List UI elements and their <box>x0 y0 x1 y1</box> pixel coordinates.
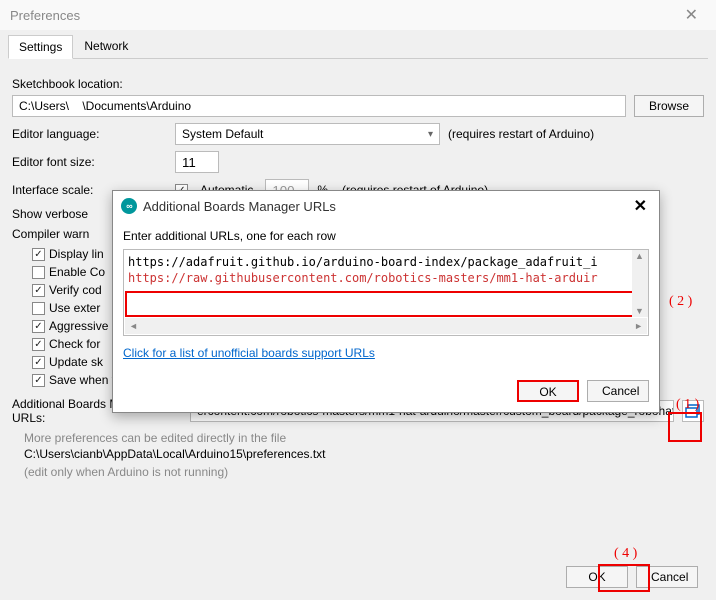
enable-code-checkbox[interactable] <box>32 266 45 279</box>
modal-cancel-button[interactable]: Cancel <box>587 380 649 402</box>
url-line-1: https://adafruit.github.io/arduino-board… <box>128 254 630 270</box>
modal-ok-button[interactable]: OK <box>517 380 579 402</box>
modal-instruction: Enter additional URLs, one for each row <box>123 229 649 243</box>
tab-network[interactable]: Network <box>73 34 139 58</box>
fontsize-label: Editor font size: <box>12 155 167 169</box>
modal-title: Additional Boards Manager URLs <box>143 199 630 214</box>
browse-button[interactable]: Browse <box>634 95 704 117</box>
callout-label-4: ( 4 ) <box>614 546 637 562</box>
callout-box-2 <box>125 291 647 317</box>
tab-settings[interactable]: Settings <box>8 35 73 59</box>
window-title: Preferences <box>10 8 677 23</box>
language-label: Editor language: <box>12 127 167 141</box>
callout-box-4 <box>598 564 650 592</box>
more-prefs-text: More preferences can be edited directly … <box>12 431 704 445</box>
urls-textarea[interactable]: https://adafruit.github.io/arduino-board… <box>123 249 649 336</box>
preferences-titlebar: Preferences ✕ <box>0 0 716 30</box>
edit-hint-text: (edit only when Arduino is not running) <box>12 465 704 479</box>
unofficial-boards-link[interactable]: Click for a list of unofficial boards su… <box>123 346 375 360</box>
tab-bar: Settings Network <box>8 34 708 59</box>
callout-box-1 <box>668 412 702 442</box>
prefs-path-text: C:\Users\cianb\AppData\Local\Arduino15\p… <box>12 447 704 461</box>
aggressive-checkbox[interactable] <box>32 320 45 333</box>
language-hint: (requires restart of Arduino) <box>448 127 594 141</box>
check-for-checkbox[interactable] <box>32 338 45 351</box>
modal-close-icon[interactable]: ✕ <box>630 196 651 216</box>
chevron-down-icon: ▾ <box>428 129 433 140</box>
update-sk-checkbox[interactable] <box>32 356 45 369</box>
save-when-checkbox[interactable] <box>32 374 45 387</box>
vertical-scrollbar[interactable] <box>632 250 648 317</box>
modal-titlebar: ∞ Additional Boards Manager URLs ✕ <box>113 191 659 221</box>
arduino-icon: ∞ <box>121 198 137 214</box>
sketchbook-label: Sketchbook location: <box>12 77 123 91</box>
language-select[interactable]: System Default ▾ <box>175 123 440 145</box>
url-line-2: https://raw.githubusercontent.com/roboti… <box>128 271 598 285</box>
callout-label-2: ( 2 ) <box>669 294 692 310</box>
display-line-checkbox[interactable] <box>32 248 45 261</box>
boards-urls-dialog: ∞ Additional Boards Manager URLs ✕ Enter… <box>112 190 660 413</box>
use-exter-checkbox[interactable] <box>32 302 45 315</box>
fontsize-input[interactable] <box>175 151 219 173</box>
sketchbook-input[interactable] <box>12 95 626 117</box>
verify-code-checkbox[interactable] <box>32 284 45 297</box>
horizontal-scrollbar[interactable] <box>125 318 647 334</box>
callout-label-1: ( 1 ) <box>676 397 699 413</box>
close-icon[interactable]: ✕ <box>677 5 706 25</box>
